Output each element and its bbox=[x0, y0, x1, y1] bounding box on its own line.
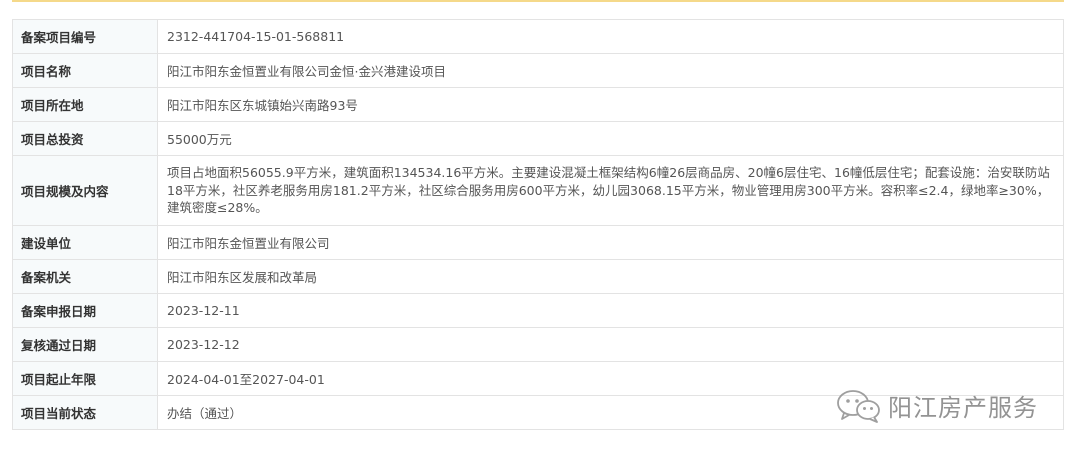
table-row: 项目所在地 阳江市阳东区东城镇始兴南路93号 bbox=[12, 87, 1064, 122]
table-row: 建设单位 阳江市阳东金恒置业有限公司 bbox=[12, 225, 1064, 260]
table-row: 项目名称 阳江市阳东金恒置业有限公司金恒·金兴港建设项目 bbox=[12, 53, 1064, 88]
row-label: 项目规模及内容 bbox=[12, 155, 158, 226]
row-value: 阳江市阳东金恒置业有限公司金恒·金兴港建设项目 bbox=[157, 53, 1064, 88]
table-row: 项目总投资 55000万元 bbox=[12, 121, 1064, 156]
row-label: 项目当前状态 bbox=[12, 395, 158, 430]
row-label: 建设单位 bbox=[12, 225, 158, 260]
wechat-icon bbox=[837, 389, 880, 423]
row-value: 2023-12-11 bbox=[157, 293, 1064, 328]
top-divider bbox=[12, 0, 1064, 2]
table-row: 项目规模及内容 项目占地面积56055.9平方米，建筑面积134534.16平方… bbox=[12, 155, 1064, 226]
row-value: 2312-441704-15-01-568811 bbox=[157, 19, 1064, 54]
row-value: 阳江市阳东区东城镇始兴南路93号 bbox=[157, 87, 1064, 122]
row-label: 项目所在地 bbox=[12, 87, 158, 122]
watermark-text: 阳江房产服务 bbox=[888, 394, 1038, 422]
row-label: 备案项目编号 bbox=[12, 19, 158, 54]
table-row: 备案项目编号 2312-441704-15-01-568811 bbox=[12, 19, 1064, 54]
project-record-table: 备案项目编号 2312-441704-15-01-568811 项目名称 阳江市… bbox=[12, 19, 1064, 430]
row-value: 55000万元 bbox=[157, 121, 1064, 156]
row-value: 阳江市阳东金恒置业有限公司 bbox=[157, 225, 1064, 260]
table-row: 复核通过日期 2023-12-12 bbox=[12, 327, 1064, 362]
row-label: 项目起止年限 bbox=[12, 361, 158, 396]
row-value: 项目占地面积56055.9平方米，建筑面积134534.16平方米。主要建设混凝… bbox=[157, 155, 1064, 226]
row-value: 阳江市阳东区发展和改革局 bbox=[157, 259, 1064, 294]
watermark: 阳江房产服务 bbox=[836, 388, 1038, 423]
row-label: 项目名称 bbox=[12, 53, 158, 88]
row-label: 备案申报日期 bbox=[12, 293, 158, 328]
row-label: 复核通过日期 bbox=[12, 327, 158, 362]
row-value: 2023-12-12 bbox=[157, 327, 1064, 362]
table-row: 备案机关 阳江市阳东区发展和改革局 bbox=[12, 259, 1064, 294]
table-row: 备案申报日期 2023-12-11 bbox=[12, 293, 1064, 328]
row-label: 项目总投资 bbox=[12, 121, 158, 156]
row-label: 备案机关 bbox=[12, 259, 158, 294]
